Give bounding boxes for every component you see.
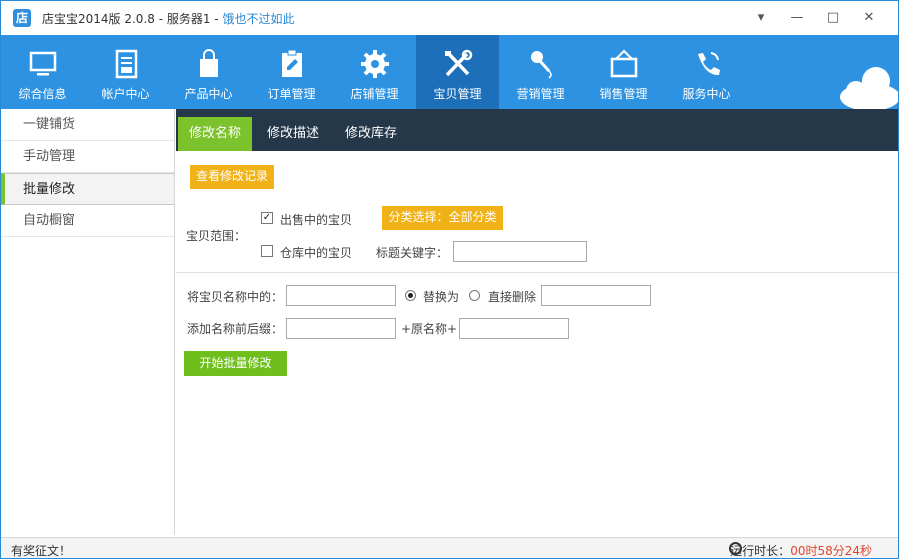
runtime-value: 00时58分24秒 xyxy=(790,544,872,558)
title-keyword-label: 标题关键字： xyxy=(376,246,449,260)
replace-from-label: 将宝贝名称中的： xyxy=(187,290,284,304)
section-divider xyxy=(176,272,898,273)
nav-label: 销售管理 xyxy=(599,87,648,101)
nav-item-products[interactable]: 产品中心 xyxy=(167,35,250,109)
bag-icon xyxy=(199,49,218,77)
essay-contest-link[interactable]: 有奖征文！ xyxy=(11,542,71,559)
signboard-icon xyxy=(610,49,637,78)
tools-icon xyxy=(444,49,472,77)
account-link[interactable]: 饿也不过如此 xyxy=(222,12,294,26)
nav-label: 产品中心 xyxy=(184,87,233,101)
sidebar-item-batch-edit[interactable]: 批量修改 xyxy=(1,173,174,205)
sidebar-item-label: 批量修改 xyxy=(23,182,76,197)
menu-dropdown-icon[interactable]: ▾ xyxy=(752,9,770,27)
app-logo-icon: 店 xyxy=(13,9,31,27)
status-bar: 有奖征文！ 运行时长：00时58分24秒 xyxy=(1,537,898,558)
delete-option-label: 直接删除 xyxy=(488,290,537,304)
nav-item-overview[interactable]: 综合信息 xyxy=(1,35,84,109)
sidebar: 一键铺货 手动管理 批量修改 自动橱窗 xyxy=(1,109,175,535)
nav-item-sales[interactable]: 销售管理 xyxy=(582,35,665,109)
nav-item-service[interactable]: 服务中心 xyxy=(665,35,748,109)
runtime-display: 运行时长：00时58分24秒 xyxy=(730,542,872,559)
nav-item-orders[interactable]: 订单管理 xyxy=(250,35,333,109)
nav-item-account[interactable]: 帐户中心 xyxy=(84,35,167,109)
nav-label: 营销管理 xyxy=(516,87,565,101)
tab-edit-description[interactable]: 修改描述 xyxy=(256,117,330,151)
subtab-bar: 修改名称 修改描述 修改库存 xyxy=(176,109,898,151)
app-window: 店 店宝宝2014版 2.0.8 - 服务器1 - 饿也不过如此 ▾ — □ ✕… xyxy=(0,0,899,559)
title-keyword-input[interactable] xyxy=(453,241,587,262)
cloud-decoration-icon xyxy=(840,67,898,109)
replace-from-input[interactable] xyxy=(286,285,396,306)
replace-radio[interactable] xyxy=(405,290,416,301)
original-name-label: +原名称+ xyxy=(401,322,458,336)
microphone-icon xyxy=(530,51,552,79)
gear-icon xyxy=(360,50,389,78)
scope-label: 宝贝范围： xyxy=(186,229,247,243)
title-bar: 店 店宝宝2014版 2.0.8 - 服务器1 - 饿也不过如此 ▾ — □ ✕ xyxy=(1,1,898,35)
sidebar-item-label: 一键铺货 xyxy=(23,117,76,132)
nav-label: 综合信息 xyxy=(18,87,67,101)
sidebar-item-one-click-listing[interactable]: 一键铺货 xyxy=(1,109,174,141)
start-batch-edit-button[interactable]: 开始批量修改 xyxy=(184,351,287,376)
replace-to-input[interactable] xyxy=(541,285,651,306)
prefix-suffix-label: 添加名称前后缀： xyxy=(187,322,284,336)
nav-label: 服务中心 xyxy=(682,87,731,101)
clipboard-icon xyxy=(281,49,302,77)
sidebar-item-label: 自动橱窗 xyxy=(23,213,76,228)
tab-label: 修改名称 xyxy=(189,126,242,141)
tab-label: 修改库存 xyxy=(345,126,398,141)
nav-label: 宝贝管理 xyxy=(433,87,482,101)
tab-edit-name[interactable]: 修改名称 xyxy=(178,117,253,151)
window-title-text: 店宝宝2014版 2.0.8 - 服务器1 - xyxy=(42,12,223,26)
tab-edit-stock[interactable]: 修改库存 xyxy=(334,117,408,151)
close-icon[interactable]: ✕ xyxy=(860,9,878,27)
replace-option-label: 替换为 xyxy=(423,290,460,304)
nav-item-items[interactable]: 宝贝管理 xyxy=(416,35,499,109)
main-panel: 修改名称 修改描述 修改库存 查看修改记录 宝贝范围： ✓ 出售中的宝贝 分类选… xyxy=(176,109,898,535)
sidebar-item-label: 手动管理 xyxy=(23,149,76,164)
phone-icon xyxy=(697,52,720,76)
in-stock-label: 仓库中的宝贝 xyxy=(280,246,353,260)
minimize-icon[interactable]: — xyxy=(788,9,806,27)
nav-item-store[interactable]: 店铺管理 xyxy=(333,35,416,109)
in-stock-checkbox[interactable] xyxy=(261,245,273,257)
runtime-label: 运行时长： xyxy=(730,544,791,558)
maximize-icon[interactable]: □ xyxy=(824,9,842,27)
suffix-input[interactable] xyxy=(459,318,569,339)
window-title: 店宝宝2014版 2.0.8 - 服务器1 - 饿也不过如此 xyxy=(42,10,294,27)
prefix-input[interactable] xyxy=(286,318,396,339)
delete-radio[interactable] xyxy=(469,290,480,301)
nav-label: 帐户中心 xyxy=(101,87,150,101)
monitor-icon xyxy=(29,51,56,76)
nav-item-marketing[interactable]: 营销管理 xyxy=(499,35,582,109)
on-sale-label: 出售中的宝贝 xyxy=(280,213,353,227)
top-navigation: 综合信息 帐户中心 产品中心 订单管理 店铺管理 宝贝管理 营销管理 销售管理 … xyxy=(1,35,898,109)
category-select-button[interactable]: 分类选择：全部分类 xyxy=(382,206,503,230)
sidebar-item-manual-management[interactable]: 手动管理 xyxy=(1,141,174,173)
ledger-icon xyxy=(115,49,137,79)
tab-label: 修改描述 xyxy=(267,126,320,141)
sidebar-item-auto-showcase[interactable]: 自动橱窗 xyxy=(1,205,174,237)
nav-label: 店铺管理 xyxy=(350,87,399,101)
on-sale-checkbox[interactable]: ✓ xyxy=(261,212,273,224)
view-history-button[interactable]: 查看修改记录 xyxy=(190,165,274,189)
nav-label: 订单管理 xyxy=(267,87,316,101)
